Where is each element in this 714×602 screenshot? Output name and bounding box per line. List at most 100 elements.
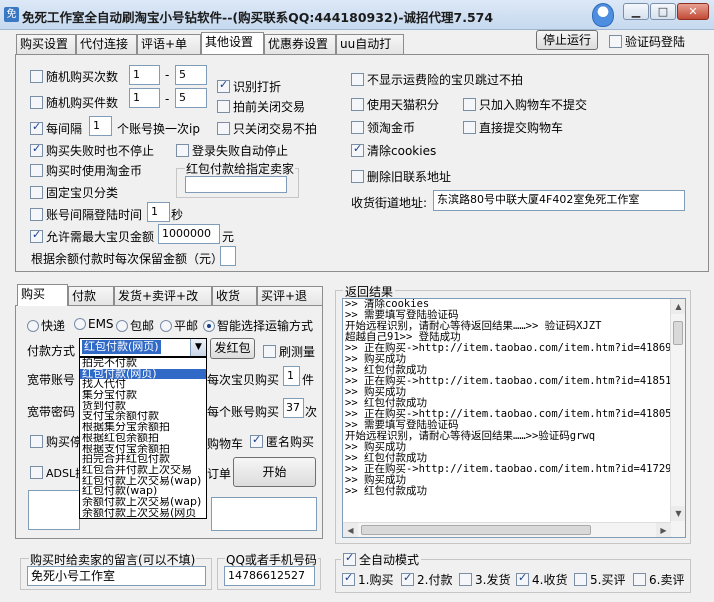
scroll-left-icon[interactable]: ◀: [343, 523, 358, 537]
shipping-option-3[interactable]: 包邮: [116, 317, 154, 334]
use-coins-option[interactable]: 购买时使用淘金币: [30, 162, 142, 179]
log-output[interactable]: >> 清除cookies >> 需要填写登陆验证码 开始远程识别，请耐心等待返回结果…: [342, 298, 686, 538]
only-close-box[interactable]: [217, 122, 230, 135]
collect-coins-box[interactable]: [351, 121, 364, 134]
fixed-category-option[interactable]: 固定宝贝分类: [30, 184, 118, 201]
sub-tab-1[interactable]: 购买: [17, 284, 68, 306]
per-buy-input[interactable]: 1: [283, 366, 300, 386]
scroll-down-icon[interactable]: ▼: [671, 506, 685, 521]
random-qty-from[interactable]: 1: [129, 65, 160, 85]
random-qty-to[interactable]: 5: [175, 65, 207, 85]
log-horizontal-scrollbar[interactable]: ◀ ▶: [343, 522, 671, 537]
log-vertical-scrollbar[interactable]: ▲ ▼: [670, 299, 685, 537]
auto-step-box-1[interactable]: [342, 571, 355, 586]
login-fail-stop-option[interactable]: 登录失败自动停止: [176, 142, 288, 159]
only-close-option[interactable]: 只关闭交易不拍: [217, 120, 317, 137]
address-input[interactable]: 东滨路80号中联大厦4F402室免死工作室: [433, 190, 685, 211]
log-horizontal-thumb[interactable]: [361, 525, 591, 535]
maximize-button[interactable]: □: [650, 3, 676, 20]
random-items-to[interactable]: 5: [175, 88, 207, 108]
dropdown-item-12[interactable]: 红包付款上次交易(wap): [80, 476, 206, 487]
refresh-option[interactable]: 刷测量: [263, 343, 315, 360]
auto-step-1[interactable]: 1.购买: [342, 571, 393, 588]
shipping-option-2[interactable]: EMS: [74, 317, 114, 331]
auto-step-2[interactable]: 2.付款: [401, 571, 452, 588]
login-interval-input[interactable]: 1: [147, 202, 170, 222]
tab-1[interactable]: 购买设置: [16, 34, 76, 54]
random-items-from[interactable]: 1: [129, 88, 160, 108]
left-memo-box[interactable]: [28, 490, 80, 530]
payment-method-select[interactable]: 红包付款(网页) ▼: [79, 338, 207, 357]
random-items-box[interactable]: [30, 96, 43, 109]
log-vertical-thumb[interactable]: [673, 321, 683, 345]
shipping-radio-2[interactable]: [74, 318, 86, 330]
dropdown-item-8[interactable]: 根据红包余额拍: [80, 433, 206, 444]
use-coins-box[interactable]: [30, 164, 43, 177]
auto-step-6[interactable]: 6.卖评: [633, 571, 684, 588]
every-interval-input[interactable]: 1: [89, 116, 112, 136]
delete-old-address-box[interactable]: [351, 170, 364, 183]
dropdown-item-1[interactable]: 拍完不付款: [80, 358, 206, 369]
auto-mode-box[interactable]: [343, 551, 356, 566]
chevron-down-icon[interactable]: ▼: [190, 339, 206, 356]
auto-step-3[interactable]: 3.发货: [459, 571, 510, 588]
auto-step-box-2[interactable]: [401, 571, 414, 586]
every-interval-box[interactable]: [30, 120, 43, 135]
every-interval-option[interactable]: 每间隔: [30, 120, 82, 137]
shipping-radio-5[interactable]: [203, 320, 215, 332]
dropdown-item-15[interactable]: 余额付款上次交易(网页: [80, 508, 206, 519]
dropdown-item-3[interactable]: 找人代付: [80, 379, 206, 390]
use-tmall-option[interactable]: 使用天猫积分: [351, 96, 439, 113]
tab-5[interactable]: 优惠券设置: [264, 34, 336, 54]
allow-max-input[interactable]: 1000000: [158, 224, 220, 244]
sub-tab-4[interactable]: 收货: [212, 286, 257, 306]
tab-2[interactable]: 代付连接: [76, 34, 137, 54]
stop-button[interactable]: 停止运行: [536, 30, 598, 50]
start-button[interactable]: 开始: [233, 457, 316, 487]
shipping-option-5[interactable]: 智能选择运输方式: [203, 317, 313, 334]
auto-step-box-6[interactable]: [633, 573, 646, 586]
tab-4[interactable]: 其他设置: [201, 32, 264, 54]
fixed-category-box[interactable]: [30, 186, 43, 199]
submit-cart-option[interactable]: 直接提交购物车: [463, 119, 563, 136]
auto-step-box-3[interactable]: [459, 573, 472, 586]
auto-step-4[interactable]: 4.收货: [516, 571, 567, 588]
shipping-radio-3[interactable]: [116, 320, 128, 332]
buy-stop-option[interactable]: 购买停: [30, 433, 82, 450]
close-before-option[interactable]: 拍前关闭交易: [217, 98, 305, 115]
random-qty-option[interactable]: 随机购买次数: [30, 68, 118, 85]
fail-continue-box[interactable]: [30, 142, 43, 157]
dropdown-item-7[interactable]: 根据集分宝余额拍: [80, 422, 206, 433]
buy-stop-box[interactable]: [30, 435, 43, 448]
login-interval-box[interactable]: [30, 208, 43, 221]
redpack-seller-input[interactable]: [185, 176, 287, 193]
tab-3[interactable]: 评语+单号: [137, 34, 201, 69]
minimize-button[interactable]: ▁: [623, 3, 649, 20]
skip-risky-box[interactable]: [351, 73, 364, 86]
clear-cookies-box[interactable]: [351, 142, 364, 157]
shipping-option-4[interactable]: 平邮: [160, 317, 198, 334]
sub-tab-3[interactable]: 发货+卖评+改价: [114, 286, 212, 321]
clear-cookies-option[interactable]: 清除cookies: [351, 142, 436, 159]
anonymous-option[interactable]: 匿名购买: [250, 433, 314, 450]
scroll-up-icon[interactable]: ▲: [671, 299, 685, 314]
anonymous-box[interactable]: [250, 433, 263, 448]
sub-tab-5[interactable]: 买评+退款: [257, 286, 323, 321]
cart-only-option[interactable]: 只加入购物车不提交: [463, 96, 587, 113]
dropdown-item-4[interactable]: 集分宝付款: [80, 390, 206, 401]
shipping-option-1[interactable]: 快递: [27, 317, 65, 334]
shipping-radio-4[interactable]: [160, 320, 172, 332]
recognize-discount-box[interactable]: [217, 78, 230, 93]
login-interval-option[interactable]: 账号间隔登陆时间: [30, 206, 142, 223]
random-qty-box[interactable]: [30, 70, 43, 83]
auto-step-5[interactable]: 5.买评: [574, 571, 625, 588]
send-redpack-button[interactable]: 发红包: [210, 338, 255, 359]
contact-input[interactable]: 14786612527: [224, 566, 315, 586]
cart-only-box[interactable]: [463, 98, 476, 111]
dropdown-item-2[interactable]: 红包付款(网页): [80, 368, 206, 380]
login-fail-stop-box[interactable]: [176, 144, 189, 157]
scroll-right-icon[interactable]: ▶: [656, 523, 671, 537]
fail-continue-option[interactable]: 购买失败时也不停止: [30, 142, 154, 159]
adsl-box[interactable]: [30, 466, 43, 479]
allow-max-option[interactable]: 允许需最大宝贝金额: [30, 228, 154, 245]
